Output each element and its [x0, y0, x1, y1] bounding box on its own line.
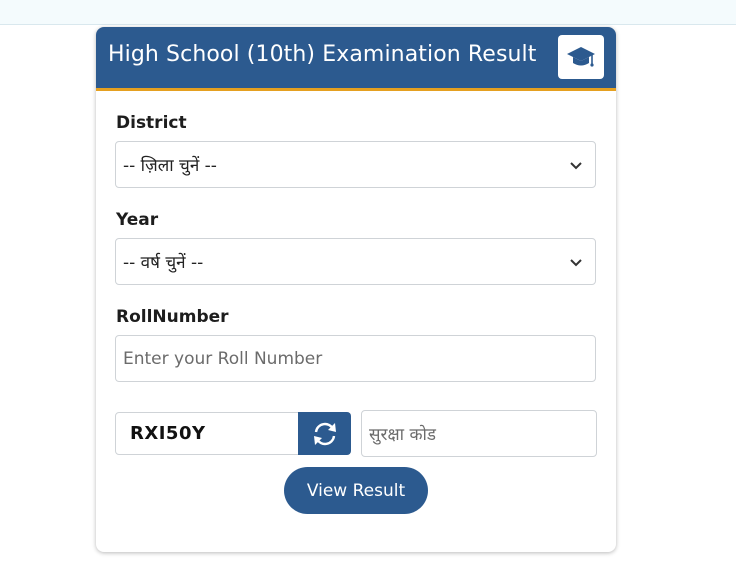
year-label: Year [116, 210, 159, 230]
graduation-cap-badge [558, 35, 604, 79]
result-form-card: High School (10th) Examination Result Di… [96, 27, 616, 552]
page-title: High School (10th) Examination Result [108, 42, 537, 67]
chevron-down-icon [570, 259, 582, 267]
roll-number-placeholder: Enter your Roll Number [123, 348, 323, 369]
district-select-value: -- ज़िला चुनें -- [123, 156, 217, 176]
security-code-placeholder: सुरक्षा कोड [369, 425, 436, 445]
district-select[interactable]: -- ज़िला चुनें -- [115, 141, 596, 188]
refresh-icon [313, 422, 336, 445]
graduation-cap-icon [567, 47, 595, 67]
top-bar [0, 0, 736, 25]
security-code-input[interactable]: सुरक्षा कोड [361, 410, 597, 457]
refresh-captcha-button[interactable] [298, 412, 351, 455]
view-result-button[interactable]: View Result [284, 467, 428, 514]
district-label: District [116, 113, 187, 133]
year-select[interactable]: -- वर्ष चुनें -- [115, 238, 596, 285]
chevron-down-icon [570, 162, 582, 170]
card-header: High School (10th) Examination Result [96, 27, 616, 91]
year-select-value: -- वर्ष चुनें -- [123, 253, 204, 273]
roll-number-label: RollNumber [116, 307, 229, 327]
roll-number-input[interactable]: Enter your Roll Number [115, 335, 596, 382]
captcha-code: RXI50Y [115, 412, 299, 455]
